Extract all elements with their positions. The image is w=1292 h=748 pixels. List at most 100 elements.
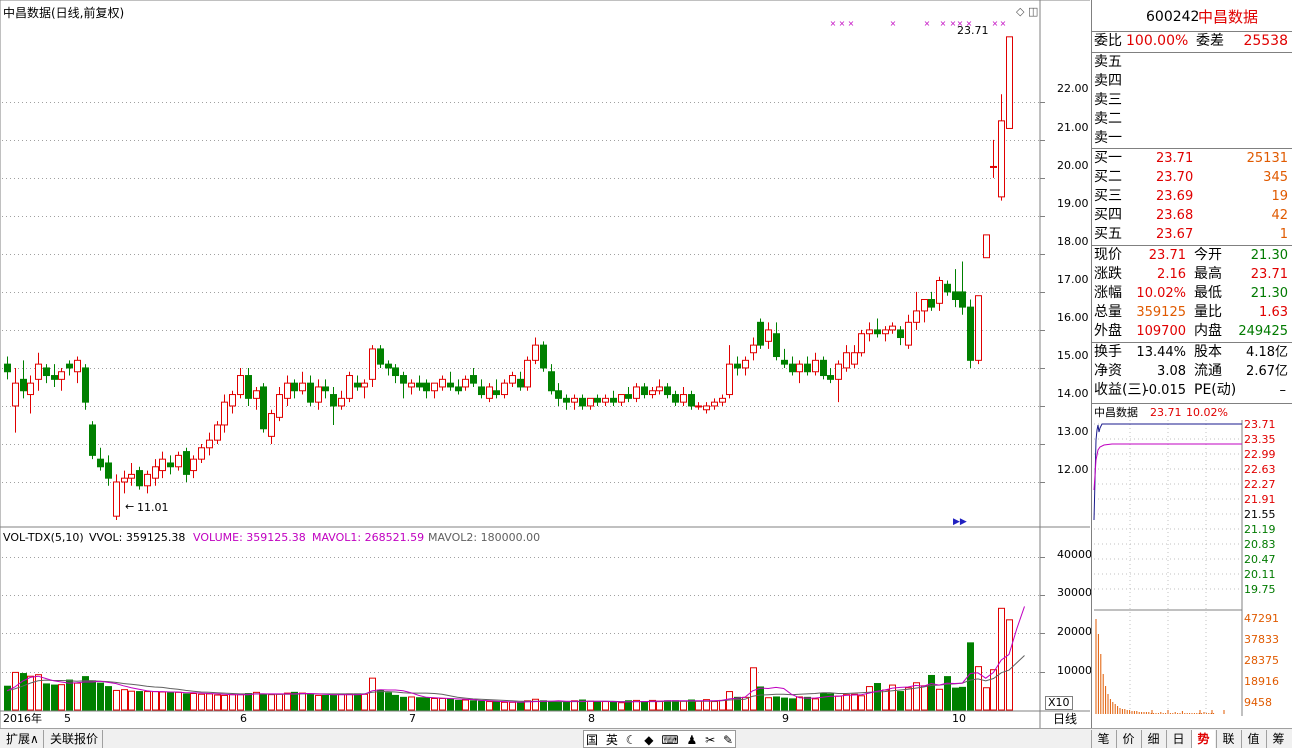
buy-row: 买五 23.67 1 xyxy=(1094,225,1290,244)
candle-body-up xyxy=(843,352,850,369)
buy-price: 23.67 xyxy=(1156,227,1194,242)
event-marker: × xyxy=(950,19,957,28)
mini-chart-name: 中昌数据 xyxy=(1094,406,1138,419)
stat-label: 内盘 xyxy=(1194,323,1222,339)
volume-bar-down xyxy=(820,693,827,711)
stat-label: 涨幅 xyxy=(1094,285,1122,301)
volume-bar-down xyxy=(478,700,485,711)
volume-bar-down xyxy=(307,693,314,711)
buy-row: 买二 23.70 345 xyxy=(1094,168,1290,187)
ime-mode-icon[interactable]: 国 xyxy=(586,733,598,747)
kline-panel[interactable]: × × × × × × × × × × × 中昌数据(日线,前复权) ◇ ◫ 23.71 ← 11.… xyxy=(0,0,1092,728)
tab-price[interactable]: 价 xyxy=(1116,730,1140,748)
stat-row: 现价 23.71 今开 21.30 xyxy=(1094,246,1290,265)
ime-moon-icon[interactable]: ☾ xyxy=(626,733,637,747)
mini-price-scale: 20.11 xyxy=(1244,568,1276,581)
weibi-row: 委比 100.00% 委差 25538 xyxy=(1094,32,1290,51)
volume-bar-up xyxy=(121,689,128,711)
candle-body-down xyxy=(183,451,190,475)
candle-body-down xyxy=(540,344,547,369)
stat-row: 涨幅 10.02% 最低 21.30 xyxy=(1094,284,1290,303)
stock-code: 600242 xyxy=(1146,9,1200,25)
price-tick: 12.00 xyxy=(1057,463,1089,476)
mini-volume-scale: 28375 xyxy=(1244,654,1279,667)
related-quotes-tab[interactable]: 关联报价 xyxy=(46,730,104,748)
ime-settings-icon[interactable]: ✎ xyxy=(723,733,733,747)
volume-bar-up xyxy=(501,701,508,711)
volume-vvol: VVOL: 359125.38 xyxy=(89,531,186,544)
volume-bar-down xyxy=(641,701,648,711)
ime-tool-icon[interactable]: ✂ xyxy=(705,733,715,747)
tab-daily[interactable]: 日 xyxy=(1166,730,1190,748)
volume-bar-down xyxy=(470,700,477,711)
expand-tab[interactable]: 扩展∧ xyxy=(2,730,44,748)
sell-label: 卖二 xyxy=(1094,111,1122,127)
candle-body-up xyxy=(998,120,1005,198)
volume-bar-up xyxy=(408,696,415,711)
stat-label: 量比 xyxy=(1194,304,1222,320)
volume-tick: 10000 xyxy=(1057,664,1092,677)
tab-chips[interactable]: 筹 xyxy=(1266,730,1290,748)
candle-body-up xyxy=(602,397,609,403)
scroll-right-icon[interactable]: ▶▶ xyxy=(953,515,967,529)
expand-icon[interactable]: ◇ xyxy=(1016,5,1024,19)
candle-body-up xyxy=(1006,36,1013,129)
month-label: 6 xyxy=(240,712,247,725)
sell-row: 卖四 xyxy=(1094,72,1290,91)
mini-price-scale: 21.19 xyxy=(1244,523,1276,536)
event-marker: × xyxy=(890,19,897,28)
stat-label: 股本 xyxy=(1194,344,1222,360)
volume-bar-down xyxy=(260,694,267,711)
tab-trades[interactable]: 笔 xyxy=(1091,730,1115,748)
buy-label: 买四 xyxy=(1094,207,1122,223)
buy-label: 买五 xyxy=(1094,226,1122,242)
candle-body-down xyxy=(136,470,143,487)
mini-chart-pct: 10.02% xyxy=(1186,406,1228,419)
candle-body-down xyxy=(734,363,741,369)
candle-body-down xyxy=(563,397,570,403)
buy-price: 23.69 xyxy=(1156,189,1194,204)
tab-detail[interactable]: 细 xyxy=(1141,730,1165,748)
volume-bar-down xyxy=(789,698,796,711)
candle-body-down xyxy=(952,291,959,301)
candle-body-down xyxy=(928,299,935,308)
volume-bar-down xyxy=(874,683,881,711)
candle-body-down xyxy=(416,382,423,388)
ime-lang-icon[interactable]: 英 xyxy=(606,733,618,747)
candle-body-up xyxy=(221,401,228,426)
tab-trend[interactable]: 势 xyxy=(1191,730,1215,748)
stat-value: 359125 xyxy=(1136,305,1186,320)
candle-body-up xyxy=(695,405,702,408)
candle-body-up xyxy=(159,458,166,472)
volume-bar-up xyxy=(695,700,702,711)
ime-punct-icon[interactable]: ◆ xyxy=(644,733,653,747)
tab-value[interactable]: 值 xyxy=(1241,730,1265,748)
candle-body-up xyxy=(315,386,322,403)
window-toggle-icon[interactable]: ◫ xyxy=(1028,5,1038,19)
status-bar: 扩展∧ 关联报价 国 英 ☾ ◆ ⌨ ♟ ✂ ✎ 笔 价 细 日 势 联 值 筹 xyxy=(0,728,1292,748)
buy-volume: 1 xyxy=(1279,227,1288,242)
volume-bar-down xyxy=(563,701,570,711)
ime-keyboard-icon[interactable]: ⌨ xyxy=(661,733,678,747)
tab-linked[interactable]: 联 xyxy=(1216,730,1240,748)
mini-price-scale: 22.99 xyxy=(1244,448,1276,461)
stat-value: 2.16 xyxy=(1157,267,1186,282)
volume-bar-up xyxy=(431,697,438,711)
ime-skin-icon[interactable]: ♟ xyxy=(687,733,698,747)
sell-label: 卖三 xyxy=(1094,92,1122,108)
ime-toolbar[interactable]: 国 英 ☾ ◆ ⌨ ♟ ✂ ✎ xyxy=(583,730,737,748)
candle-body-down xyxy=(641,386,648,396)
kline-chart-svg[interactable]: × × × × × × × × × × × xyxy=(0,0,1090,728)
stat-value: 109700 xyxy=(1136,324,1186,339)
volume-bar-up xyxy=(851,693,858,711)
volume-bar-down xyxy=(392,694,399,711)
candle-body-up xyxy=(858,333,865,354)
candle-body-up xyxy=(431,382,438,392)
stat-row: 收益(三) -0.015 PE(动) – xyxy=(1094,381,1290,400)
stat-label: 最低 xyxy=(1194,285,1222,301)
candle-body-up xyxy=(27,382,34,396)
period-label[interactable]: 日线 xyxy=(1053,712,1077,726)
volume-bar-down xyxy=(959,686,966,711)
candle-body-down xyxy=(82,367,89,403)
quote-panel: 600242 中昌数据 委比 100.00% 委差 25538 卖五 卖四 卖三… xyxy=(1091,0,1292,728)
